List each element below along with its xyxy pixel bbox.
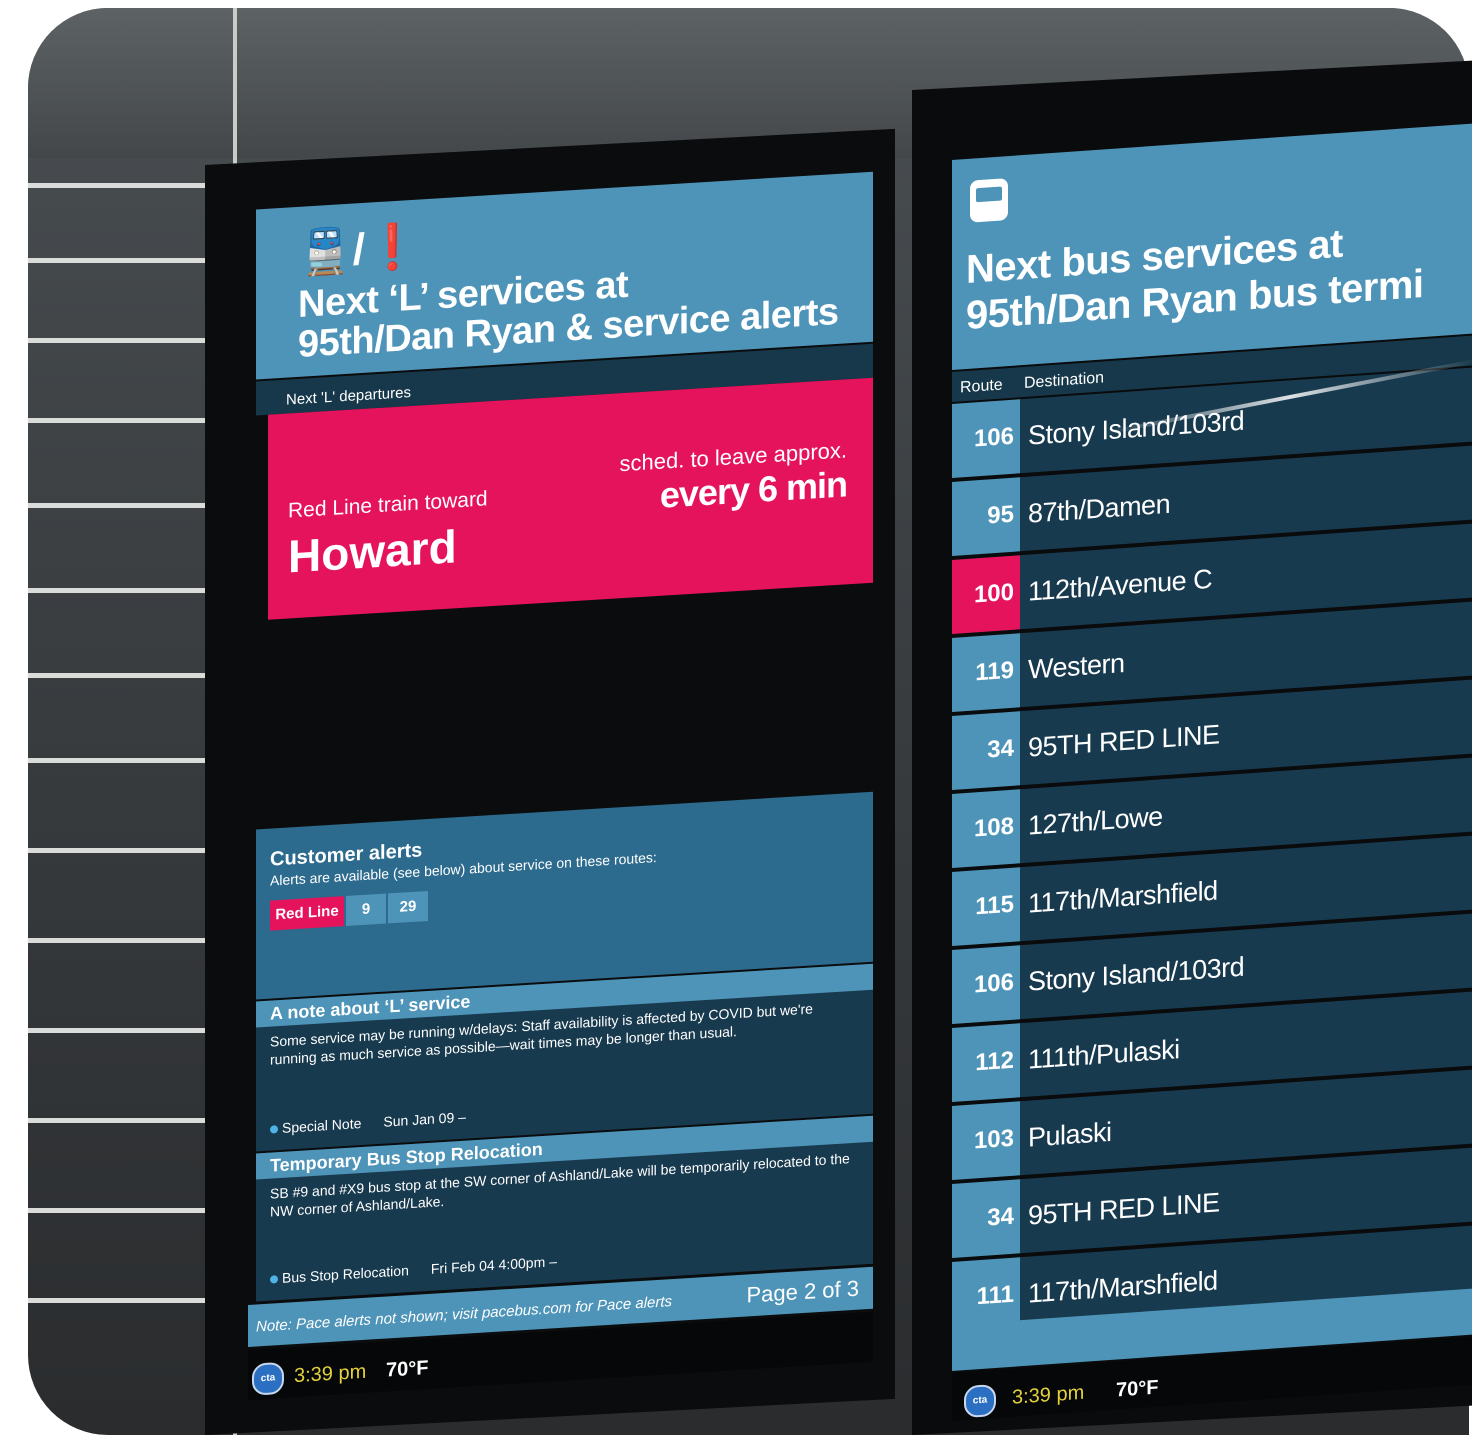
route-number: 34 [952,1179,1020,1258]
route-number: 108 [952,789,1020,868]
route-destination: 111th/Pulaski [1028,1034,1180,1075]
bus-departure-list: 106 Stony Island/103rd 95 87th/Damen 100 112t… [952,367,1472,1340]
route-destination: Western [1028,647,1125,685]
route-number: 103 [952,1101,1020,1180]
right-screen: Next bus services at 95th/Dan Ryan bus t… [952,84,1472,1421]
right-title: Next bus services at 95th/Dan Ryan bus t… [966,221,1424,339]
destination-column-header: Destination [1024,369,1105,392]
temperature: 70°F [386,1356,429,1382]
route-number: 119 [952,633,1020,712]
route-chip: 9 [346,893,386,927]
route-number: 106 [952,945,1020,1024]
right-header: Next bus services at 95th/Dan Ryan bus t… [952,123,1472,370]
route-destination: Pulaski [1028,1116,1112,1153]
left-screen: 🚆/❗ Next ‘L’ services at 95th/Dan Ryan &… [248,112,873,1400]
route-chip: 29 [388,890,428,924]
departure-line: Red Line train toward [288,487,488,523]
route-destination: 95TH RED LINE [1028,719,1220,763]
route-destination: Stony Island/103rd [1028,951,1245,997]
route-destination: 127th/Lowe [1028,801,1163,841]
departure-destination: Howard [288,520,457,583]
temperature: 70°F [1116,1376,1159,1402]
route-column-header: Route [960,376,1003,397]
page-indicator: Page 2 of 3 [746,1275,859,1308]
departure-card: Red Line train toward Howard sched. to l… [268,377,873,620]
route-number: 100 [952,555,1020,634]
cta-logo-icon: cta [252,1361,284,1396]
info-dot-icon [270,1275,278,1284]
route-number: 112 [952,1023,1020,1102]
customer-alerts: Customer alerts Alerts are available (se… [256,791,873,1000]
route-number: 115 [952,867,1020,946]
route-destination: 87th/Damen [1028,488,1171,529]
service-note-tag: Special Note Sun Jan 09 – [270,1109,466,1137]
route-destination: 112th/Avenue C [1028,563,1213,607]
bus-stop-alert-tag: Bus Stop Relocation Fri Feb 04 4:00pm – [270,1253,557,1287]
left-header: 🚆/❗ Next ‘L’ services at 95th/Dan Ryan &… [256,171,873,380]
clock: 3:39 pm [1012,1381,1085,1409]
cta-logo-icon: cta [964,1383,996,1419]
route-destination: 95TH RED LINE [1028,1187,1220,1231]
clock: 3:39 pm [294,1360,367,1388]
route-number: 106 [952,399,1020,478]
bus-icon [970,178,1008,223]
route-number: 95 [952,477,1020,556]
route-destination: 117th/Marshfield [1028,875,1218,919]
train-alert-icon: 🚆/❗ [298,221,420,278]
route-chip: Red Line [270,896,344,931]
info-dot-icon [270,1125,278,1134]
route-number: 34 [952,711,1020,790]
